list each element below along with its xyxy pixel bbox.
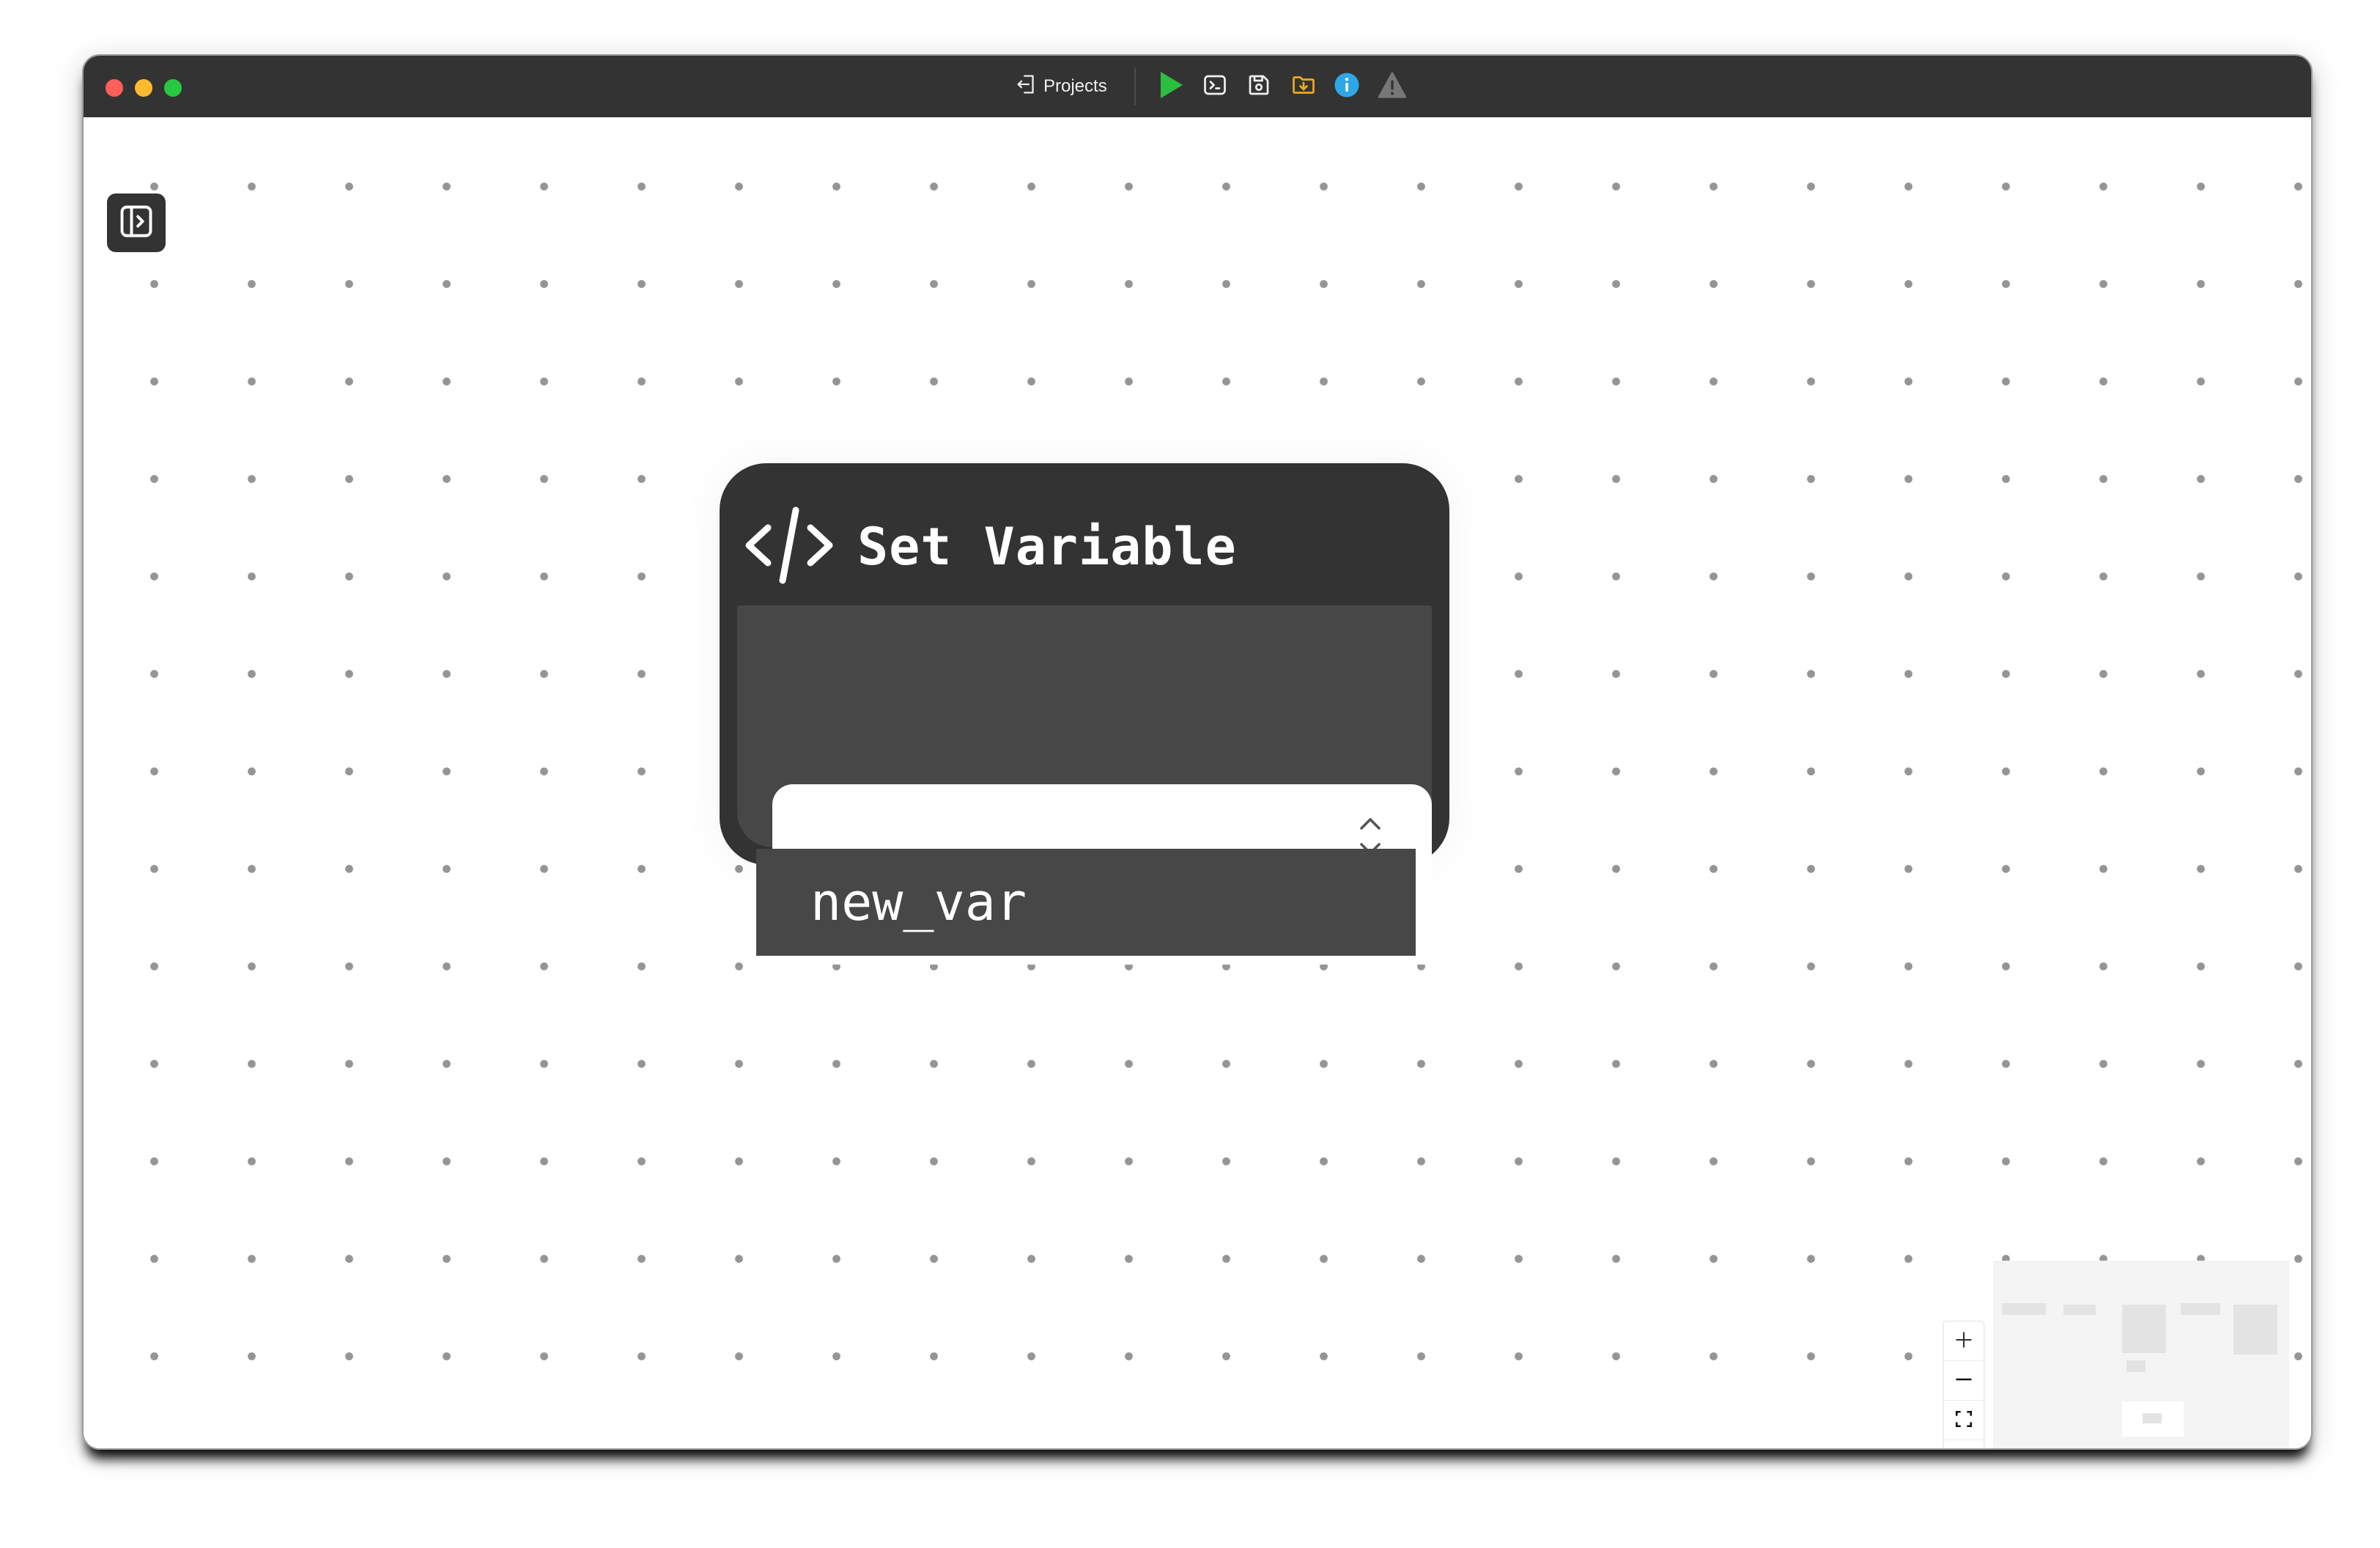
zoom-in-button[interactable]: [1944, 1322, 1984, 1361]
terminal-icon: [1202, 72, 1228, 101]
plus-icon: [1954, 1330, 1974, 1353]
lock-view-button[interactable]: [1944, 1440, 1984, 1450]
projects-label: Projects: [1043, 76, 1107, 96]
minimap-node: [2063, 1305, 2096, 1315]
title-bar: Projects: [84, 56, 2311, 117]
dropdown-option[interactable]: new_var: [756, 849, 1416, 956]
close-window-button[interactable]: [106, 79, 123, 97]
maximize-window-button[interactable]: [164, 79, 182, 97]
minimap-node: [2143, 1413, 2162, 1423]
zoom-out-button[interactable]: [1944, 1361, 1984, 1401]
minimap-node: [2002, 1303, 2046, 1315]
warning-icon: [1378, 72, 1407, 101]
folder-download-icon: [1290, 72, 1318, 101]
save-button[interactable]: [1246, 70, 1272, 103]
variable-dropdown-menu: new_var: [756, 849, 1416, 956]
run-button[interactable]: [1158, 70, 1184, 103]
code-icon: [743, 504, 835, 589]
save-icon: [1246, 72, 1272, 101]
projects-button[interactable]: Projects: [1014, 70, 1107, 103]
minimap-node: [2181, 1303, 2220, 1315]
sidebar-expand-icon: [117, 202, 155, 243]
minus-icon: [1954, 1369, 1974, 1393]
node-body: [737, 605, 1432, 965]
set-variable-node[interactable]: Set Variable: [720, 463, 1449, 965]
node-header: Set Variable: [743, 504, 1237, 589]
minimize-window-button[interactable]: [135, 79, 152, 97]
minimap-node: [2126, 1360, 2146, 1372]
sidebar-toggle-button[interactable]: [107, 194, 166, 252]
terminal-button[interactable]: [1202, 70, 1228, 103]
warnings-button[interactable]: [1378, 70, 1407, 103]
info-button[interactable]: [1334, 70, 1360, 103]
minimap[interactable]: [1993, 1261, 2289, 1448]
minimap-node: [2122, 1305, 2166, 1353]
minimap-node: [2233, 1305, 2277, 1354]
lock-icon: [1955, 1449, 1973, 1450]
info-icon: [1334, 72, 1360, 101]
minimap-viewport[interactable]: [2122, 1401, 2184, 1437]
play-icon: [1158, 70, 1184, 103]
fit-view-icon: [1954, 1409, 1973, 1431]
fit-view-button[interactable]: [1944, 1401, 1984, 1440]
zoom-controls: [1943, 1321, 1984, 1450]
projects-exit-icon: [1014, 72, 1039, 102]
node-title: Set Variable: [857, 517, 1237, 577]
import-button[interactable]: [1290, 70, 1318, 103]
toolbar-divider: [1134, 67, 1136, 106]
